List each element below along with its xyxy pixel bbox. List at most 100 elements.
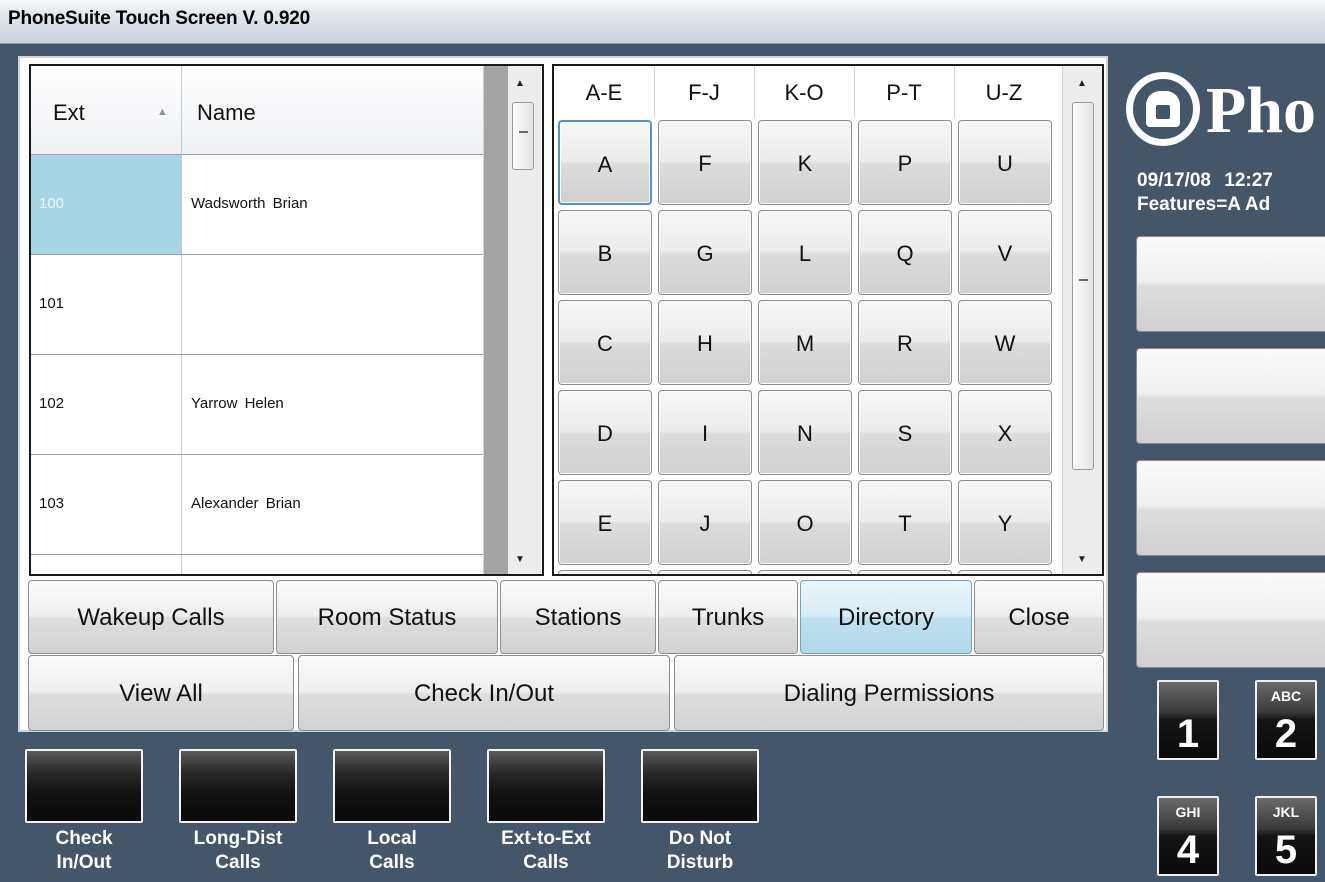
side-button-4[interactable] xyxy=(1136,572,1325,668)
cell-name[interactable] xyxy=(183,555,483,574)
scroll-up-icon[interactable]: ▲ xyxy=(1077,78,1087,89)
tab-stations[interactable]: Stations xyxy=(500,580,656,654)
directory-scrollbar[interactable]: ▲ ▼ xyxy=(483,66,541,574)
time-text: 12:27 xyxy=(1224,170,1273,191)
cell-ext[interactable] xyxy=(31,555,182,574)
side-button-2[interactable] xyxy=(1136,348,1325,444)
feature-label-line: Calls xyxy=(215,852,261,873)
feature-label-line: Calls xyxy=(523,852,569,873)
feature-do-not-disturb-button[interactable] xyxy=(641,749,759,823)
table-row[interactable] xyxy=(31,555,483,574)
table-row[interactable]: 102 Yarrow Helen xyxy=(31,355,483,455)
letter-key-y[interactable]: Y xyxy=(958,480,1052,565)
tab-directory[interactable]: Directory xyxy=(800,580,972,654)
grip-icon xyxy=(1079,279,1088,281)
alphabet-scrollbar[interactable]: ▲ ▼ xyxy=(1062,66,1102,574)
alphabet-grid: A-E F-J K-O P-T U-Z A B C D E F G H I J … xyxy=(552,64,1104,576)
letter-key-partial[interactable] xyxy=(658,570,752,574)
letter-key-partial[interactable] xyxy=(558,570,652,574)
letter-key-t[interactable]: T xyxy=(858,480,952,565)
table-row[interactable]: 103 Alexander Brian xyxy=(31,455,483,555)
cell-ext[interactable]: 100 xyxy=(31,155,182,254)
dialpad-key-5[interactable]: JKL 5 xyxy=(1255,796,1317,876)
logo-text: Pho xyxy=(1206,74,1317,147)
group-header-a-e: A-E xyxy=(585,80,623,105)
directory-grid: Ext ▲ Name 100 Wadsworth Brian 101 102 Y… xyxy=(29,64,544,576)
scrollbar-thumb[interactable] xyxy=(512,102,534,170)
letter-key-partial[interactable] xyxy=(858,570,952,574)
table-row[interactable]: 101 xyxy=(31,255,483,355)
letter-key-u[interactable]: U xyxy=(958,120,1052,205)
close-button[interactable]: Close xyxy=(974,580,1104,654)
date-text: 09/17/08 xyxy=(1137,170,1211,191)
letter-key-p[interactable]: P xyxy=(858,120,952,205)
feature-do-not-disturb-label: Do Not Disturb xyxy=(630,827,770,875)
sort-ascending-icon: ▲ xyxy=(157,106,168,118)
side-button-3[interactable] xyxy=(1136,460,1325,556)
letter-key-partial[interactable] xyxy=(958,570,1052,574)
tab-trunks[interactable]: Trunks xyxy=(658,580,798,654)
cell-name[interactable] xyxy=(183,255,483,354)
letter-key-f[interactable]: F xyxy=(658,120,752,205)
tab-room-status[interactable]: Room Status xyxy=(276,580,498,654)
letter-key-x[interactable]: X xyxy=(958,390,1052,475)
letter-key-j[interactable]: J xyxy=(658,480,752,565)
feature-label-line: Calls xyxy=(369,852,415,873)
scroll-up-icon[interactable]: ▲ xyxy=(515,78,525,89)
group-header-p-t: P-T xyxy=(886,80,922,105)
feature-ext-to-ext-button[interactable] xyxy=(487,749,605,823)
cell-ext[interactable]: 101 xyxy=(31,255,182,354)
feature-local-calls-button[interactable] xyxy=(333,749,451,823)
alphabet-header: A-E F-J K-O P-T U-Z xyxy=(554,66,1054,118)
letter-key-h[interactable]: H xyxy=(658,300,752,385)
table-row[interactable]: 100 Wadsworth Brian xyxy=(31,155,483,255)
letter-key-c[interactable]: C xyxy=(558,300,652,385)
dialpad-key-4[interactable]: GHI 4 xyxy=(1157,796,1219,876)
column-header-ext[interactable]: Ext ▲ xyxy=(31,66,182,155)
letter-key-partial[interactable] xyxy=(758,570,852,574)
directory-header: Ext ▲ Name xyxy=(31,66,483,155)
letter-key-q[interactable]: Q xyxy=(858,210,952,295)
check-in-out-button[interactable]: Check In/Out xyxy=(298,655,670,731)
letter-key-w[interactable]: W xyxy=(958,300,1052,385)
column-header-name-label: Name xyxy=(197,100,256,125)
dialpad-letters: JKL xyxy=(1272,804,1300,820)
dialpad-key-1[interactable]: 1 xyxy=(1157,680,1219,760)
scrollbar-thumb[interactable] xyxy=(1072,102,1094,470)
feature-long-dist-button[interactable] xyxy=(179,749,297,823)
feature-label-line: Local xyxy=(367,828,417,849)
side-button-1[interactable] xyxy=(1136,236,1325,332)
feature-local-calls-label: Local Calls xyxy=(322,827,462,875)
letter-key-b[interactable]: B xyxy=(558,210,652,295)
dialing-permissions-button[interactable]: Dialing Permissions xyxy=(674,655,1104,731)
feature-check-in-out-label: Check In/Out xyxy=(14,827,154,875)
cell-ext[interactable]: 103 xyxy=(31,455,182,554)
letter-key-s[interactable]: S xyxy=(858,390,952,475)
letter-key-n[interactable]: N xyxy=(758,390,852,475)
letter-key-l[interactable]: L xyxy=(758,210,852,295)
cell-ext[interactable]: 102 xyxy=(31,355,182,454)
cell-name[interactable]: Yarrow Helen xyxy=(183,355,483,454)
group-header-u-z: U-Z xyxy=(985,80,1023,105)
view-all-button[interactable]: View All xyxy=(28,655,294,731)
scroll-down-icon[interactable]: ▼ xyxy=(1077,554,1087,565)
letter-key-r[interactable]: R xyxy=(858,300,952,385)
letter-key-k[interactable]: K xyxy=(758,120,852,205)
letter-key-v[interactable]: V xyxy=(958,210,1052,295)
letter-key-o[interactable]: O xyxy=(758,480,852,565)
tab-wakeup-calls[interactable]: Wakeup Calls xyxy=(28,580,274,654)
feature-check-in-out-button[interactable] xyxy=(25,749,143,823)
letter-key-a[interactable]: A xyxy=(558,120,652,205)
column-header-ext-label: Ext xyxy=(53,100,85,125)
scroll-down-icon[interactable]: ▼ xyxy=(515,554,525,565)
phone-icon xyxy=(1146,91,1180,127)
letter-key-d[interactable]: D xyxy=(558,390,652,475)
cell-name[interactable]: Alexander Brian xyxy=(183,455,483,554)
cell-name[interactable]: Wadsworth Brian xyxy=(183,155,483,254)
letter-key-g[interactable]: G xyxy=(658,210,752,295)
letter-key-e[interactable]: E xyxy=(558,480,652,565)
letter-key-m[interactable]: M xyxy=(758,300,852,385)
letter-key-i[interactable]: I xyxy=(658,390,752,475)
feature-label-line: Ext-to-Ext xyxy=(501,828,591,849)
dialpad-key-2[interactable]: ABC 2 xyxy=(1255,680,1317,760)
